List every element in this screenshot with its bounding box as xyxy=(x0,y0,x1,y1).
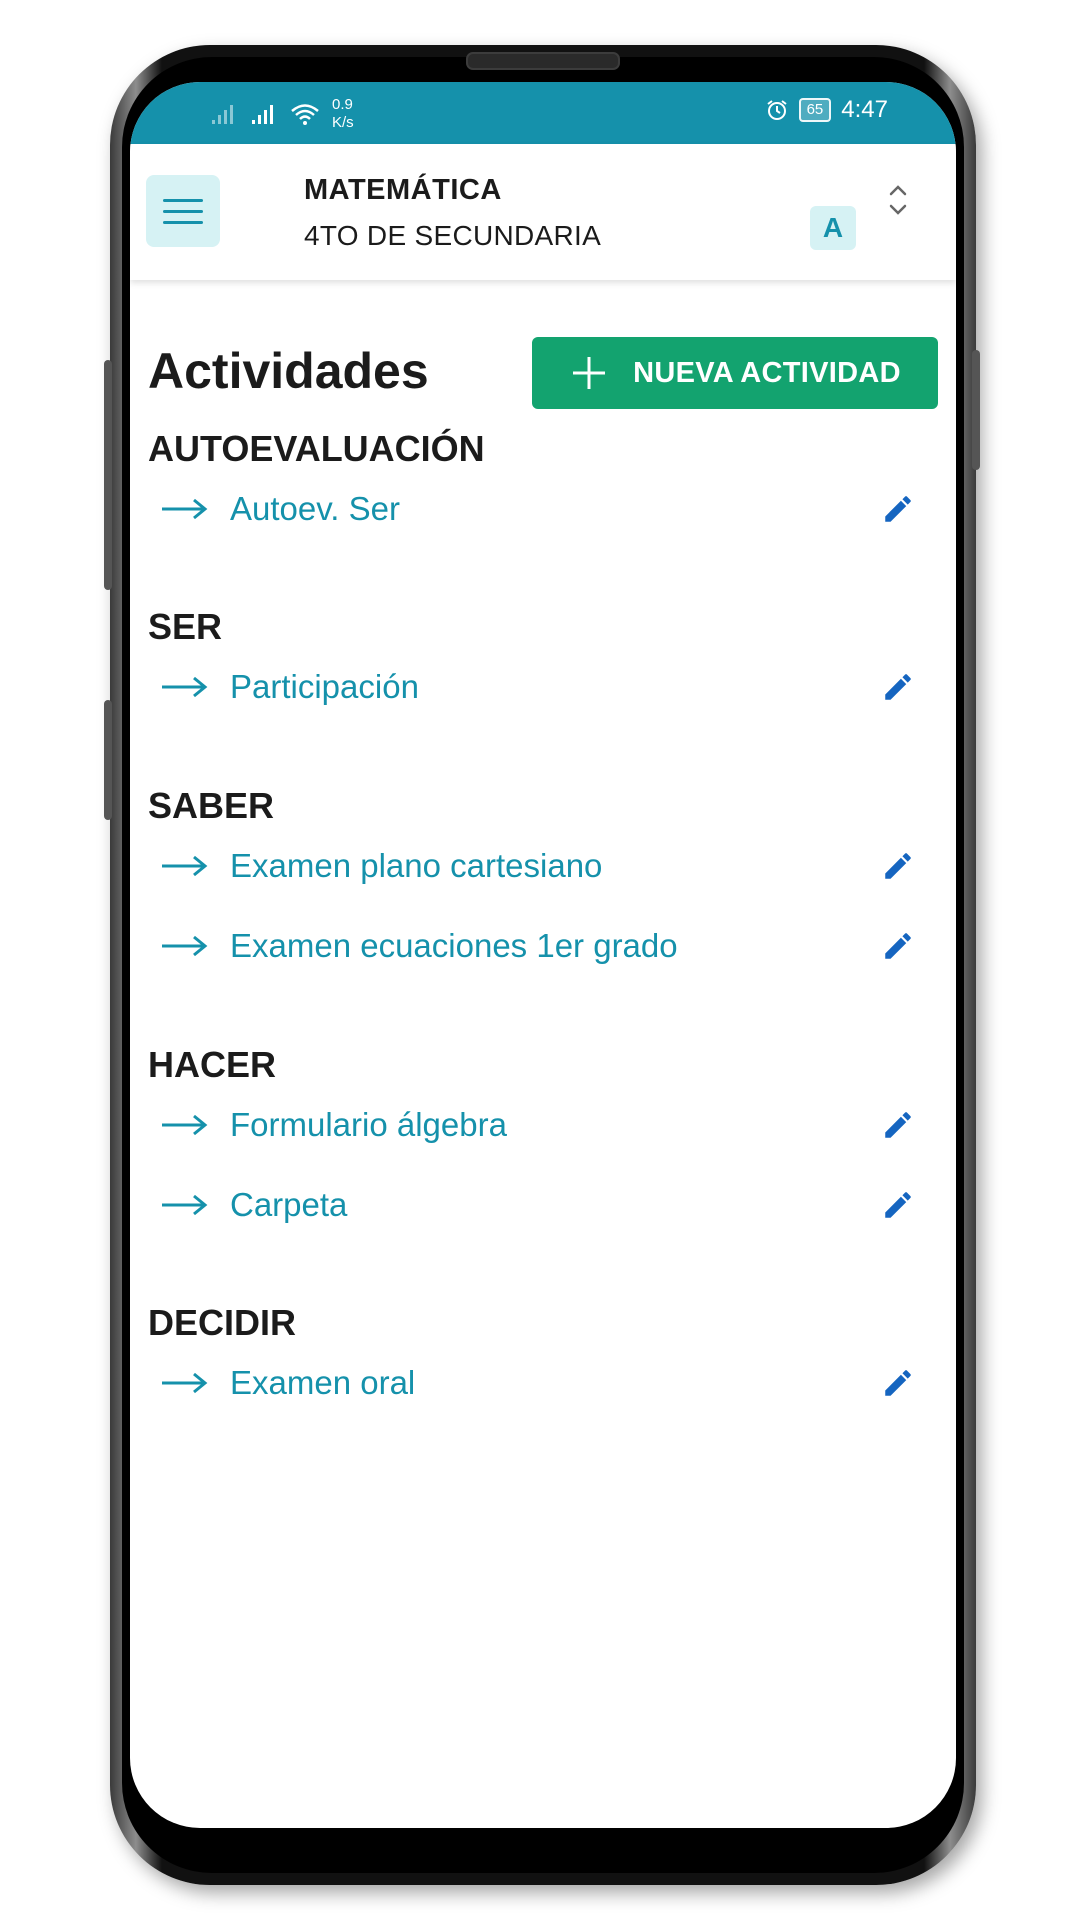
new-activity-label: NUEVA ACTIVIDAD xyxy=(633,356,901,389)
hamburger-icon xyxy=(163,209,203,213)
list-item[interactable]: Formulario álgebra xyxy=(130,1096,956,1156)
hamburger-icon xyxy=(163,220,203,224)
phone-speaker xyxy=(466,52,620,70)
edit-pencil-icon[interactable] xyxy=(881,849,915,883)
signal-weak-icon xyxy=(212,105,233,124)
phone-screen: 0.9 K/s 65 4:47 MATEMÁTICA 4TO DE SECUND… xyxy=(130,82,956,1828)
list-item[interactable]: Participación xyxy=(130,658,956,718)
list-item[interactable]: Examen ecuaciones 1er grado xyxy=(130,917,956,977)
list-item[interactable]: Carpeta xyxy=(130,1176,956,1236)
arrow-right-icon xyxy=(162,1372,208,1394)
status-time: 4:47 xyxy=(841,96,888,123)
category-heading: SABER xyxy=(148,785,275,826)
arrow-right-icon xyxy=(162,855,208,877)
category-heading: HACER xyxy=(148,1044,277,1085)
status-right: 65 4:47 xyxy=(765,96,888,124)
edit-pencil-icon[interactable] xyxy=(881,1188,915,1222)
wifi-icon xyxy=(291,104,319,125)
arrow-right-icon xyxy=(162,676,208,698)
category-heading: SER xyxy=(148,606,223,647)
arrow-right-icon xyxy=(162,498,208,520)
category-heading: AUTOEVALUACIÓN xyxy=(148,428,485,469)
section-badge[interactable]: A xyxy=(810,206,856,250)
network-speed: 0.9 K/s xyxy=(332,96,354,132)
course-subtitle[interactable]: 4TO DE SECUNDARIA xyxy=(304,220,601,252)
status-bar: 0.9 K/s 65 4:47 xyxy=(130,82,956,144)
activity-link[interactable]: Examen plano cartesiano xyxy=(230,847,602,885)
battery-indicator: 65 xyxy=(798,98,832,122)
phone-power-button xyxy=(972,350,980,470)
activity-link[interactable]: Carpeta xyxy=(230,1186,347,1224)
arrow-right-icon xyxy=(162,935,208,957)
network-speed-value: 0.9 xyxy=(332,96,353,113)
course-title[interactable]: MATEMÁTICA xyxy=(304,174,502,207)
edit-pencil-icon[interactable] xyxy=(881,670,915,704)
edit-pencil-icon[interactable] xyxy=(881,492,915,526)
activity-link[interactable]: Formulario álgebra xyxy=(230,1106,507,1144)
edit-pencil-icon[interactable] xyxy=(881,1366,915,1400)
alarm-icon xyxy=(766,100,787,120)
screenshot-stage: 0.9 K/s 65 4:47 MATEMÁTICA 4TO DE SECUND… xyxy=(0,0,1080,1920)
activity-link[interactable]: Examen ecuaciones 1er grado xyxy=(230,927,678,965)
hamburger-icon xyxy=(163,198,203,202)
category-heading: DECIDIR xyxy=(148,1302,297,1343)
arrow-right-icon xyxy=(162,1114,208,1136)
edit-pencil-icon[interactable] xyxy=(881,929,915,963)
network-speed-unit: K/s xyxy=(332,114,354,131)
page-title: Actividades xyxy=(148,343,429,399)
list-item[interactable]: Examen plano cartesiano xyxy=(130,837,956,897)
arrow-right-icon xyxy=(162,1194,208,1216)
new-activity-button[interactable]: NUEVA ACTIVIDAD xyxy=(532,337,938,409)
list-item[interactable]: Autoev. Ser xyxy=(130,480,956,540)
menu-button[interactable] xyxy=(146,175,220,247)
phone-side-button xyxy=(104,700,112,820)
chevron-up-down-icon[interactable] xyxy=(886,180,910,220)
app-bar: MATEMÁTICA 4TO DE SECUNDARIA A xyxy=(130,144,956,280)
activity-link[interactable]: Autoev. Ser xyxy=(230,490,400,528)
activity-link[interactable]: Examen oral xyxy=(230,1364,415,1402)
activity-link[interactable]: Participación xyxy=(230,668,419,706)
list-item[interactable]: Examen oral xyxy=(130,1354,956,1414)
signal-strong-icon xyxy=(252,105,273,124)
status-left: 0.9 K/s xyxy=(210,96,354,132)
phone-side-button xyxy=(104,360,112,590)
edit-pencil-icon[interactable] xyxy=(881,1108,915,1142)
plus-icon xyxy=(573,357,606,389)
